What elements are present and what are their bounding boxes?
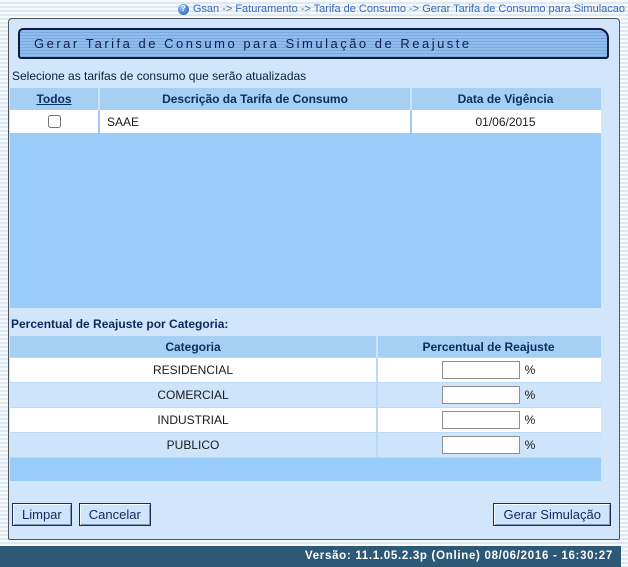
category-section-label: Percentual de Reajuste por Categoria: <box>11 317 619 331</box>
table-row-comercial: COMERCIAL % <box>10 382 601 407</box>
tariff-vigencia: 01/06/2015 <box>412 110 599 133</box>
version-bar: Versão: 11.1.05.2.3p (Online) 08/06/2016… <box>0 546 621 567</box>
industrial-percent-input[interactable] <box>442 411 520 429</box>
percent-suffix: % <box>525 388 536 402</box>
residencial-percent-input[interactable] <box>442 361 520 379</box>
column-header-todos: Todos <box>10 88 100 110</box>
tariff-checkbox[interactable] <box>48 115 61 128</box>
column-header-vigencia: Data de Vigência <box>412 88 599 110</box>
page-title: Gerar Tarifa de Consumo para Simulação d… <box>18 28 609 59</box>
instruction-label: Selecione as tarifas de consumo que serã… <box>12 69 619 83</box>
category-name: COMERCIAL <box>10 383 378 407</box>
percent-suffix: % <box>525 413 536 427</box>
limpar-button[interactable]: Limpar <box>12 503 72 526</box>
tariff-checkbox-cell <box>10 110 100 133</box>
category-table-footer-band <box>10 457 601 481</box>
percent-cell: % <box>378 383 599 407</box>
column-header-descricao: Descrição da Tarifa de Consumo <box>100 88 412 110</box>
breadcrumb-bar: ? Gsan -> Faturamento -> Tarifa de Consu… <box>0 0 628 18</box>
tariff-table: Todos Descrição da Tarifa de Consumo Dat… <box>10 88 601 308</box>
category-table-header-row: Categoria Percentual de Reajuste <box>10 336 601 357</box>
gerar-simulacao-button[interactable]: Gerar Simulação <box>493 503 611 526</box>
percent-cell: % <box>378 408 599 432</box>
table-row-publico: PUBLICO % <box>10 432 601 457</box>
percent-suffix: % <box>525 438 536 452</box>
table-row-industrial: INDUSTRIAL % <box>10 407 601 432</box>
comercial-percent-input[interactable] <box>442 386 520 404</box>
publico-percent-input[interactable] <box>442 436 520 454</box>
column-header-percentual: Percentual de Reajuste <box>378 336 599 357</box>
select-all-link[interactable]: Todos <box>36 92 71 106</box>
breadcrumb: Gsan -> Faturamento -> Tarifa de Consumo… <box>193 3 625 15</box>
category-name: RESIDENCIAL <box>10 358 378 382</box>
column-header-categoria: Categoria <box>10 336 378 357</box>
table-row: SAAE 01/06/2015 <box>10 110 601 133</box>
tariff-description: SAAE <box>100 110 412 133</box>
cancelar-button[interactable]: Cancelar <box>79 503 151 526</box>
button-row: Limpar Cancelar Gerar Simulação <box>12 503 611 526</box>
percent-cell: % <box>378 433 599 457</box>
category-name: INDUSTRIAL <box>10 408 378 432</box>
percent-suffix: % <box>525 363 536 377</box>
tariff-table-header-row: Todos Descrição da Tarifa de Consumo Dat… <box>10 88 601 110</box>
table-row-residencial: RESIDENCIAL % <box>10 357 601 382</box>
category-name: PUBLICO <box>10 433 378 457</box>
help-icon[interactable]: ? <box>178 4 189 15</box>
category-table: Categoria Percentual de Reajuste RESIDEN… <box>10 336 601 481</box>
percent-cell: % <box>378 358 599 382</box>
main-panel: Gerar Tarifa de Consumo para Simulação d… <box>8 18 620 540</box>
